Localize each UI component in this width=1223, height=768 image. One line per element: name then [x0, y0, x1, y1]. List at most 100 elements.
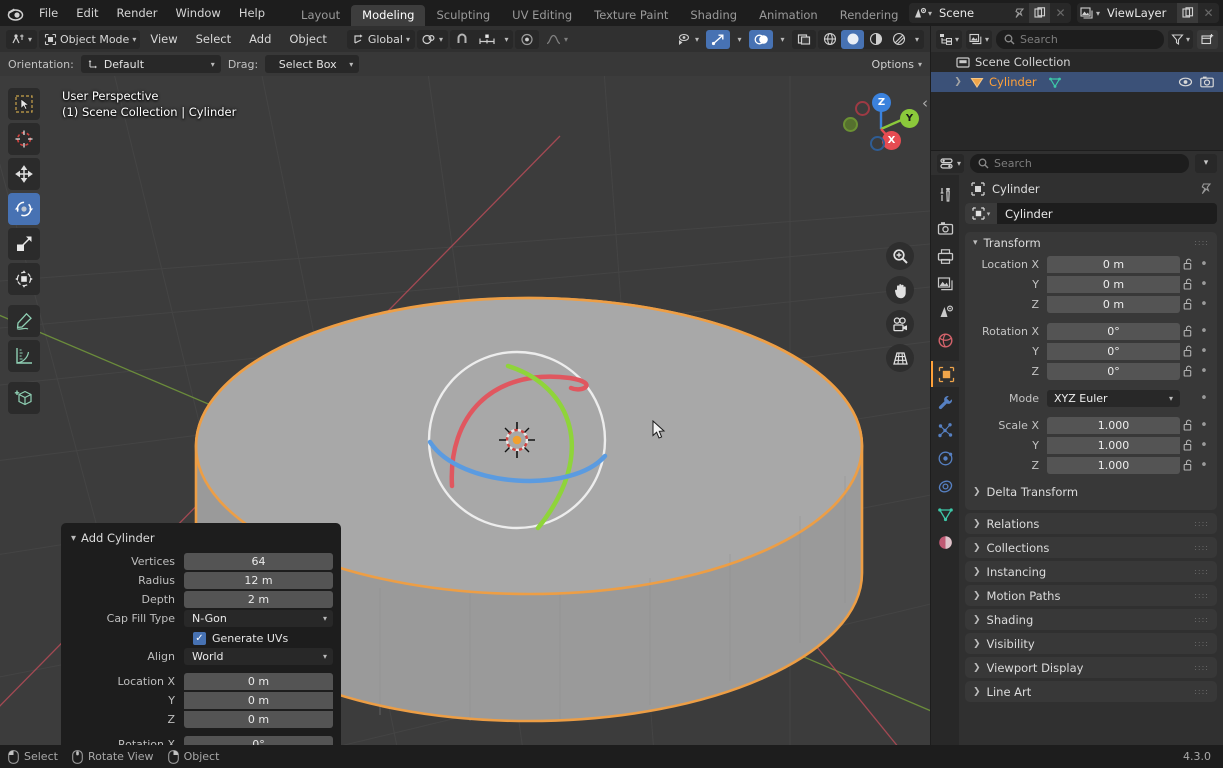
unlocked-padlock-icon[interactable]	[1180, 325, 1197, 337]
gizmo-axis-x[interactable]: X	[882, 131, 901, 150]
field-rotation-x[interactable]: Rotation X 0°	[69, 736, 333, 745]
viewlayer-name[interactable]: ViewLayer	[1103, 6, 1177, 20]
transform-location-y-value[interactable]: 0 m	[1047, 275, 1180, 293]
outliner-display-mode-icon[interactable]: ▾	[936, 29, 963, 49]
field-location-y[interactable]: Y 0 m	[69, 692, 333, 709]
panel-relations[interactable]: ❯ Relations ::::	[965, 513, 1217, 534]
transform-rotation-y[interactable]: Y 0° •	[971, 342, 1211, 360]
properties-options-chevron-icon[interactable]: ▾	[1195, 153, 1217, 173]
tab-sculpting[interactable]: Sculpting	[425, 5, 501, 26]
unlocked-padlock-icon[interactable]	[1180, 419, 1197, 431]
panel-viewport-display[interactable]: ❯ Viewport Display ::::	[965, 657, 1217, 678]
properties-tab-object-data[interactable]	[932, 501, 958, 527]
zoom-magnifier-icon[interactable]	[886, 242, 914, 270]
drag-dropdown[interactable]: Select Box ▾	[265, 55, 360, 73]
select-box-tool[interactable]	[8, 88, 40, 120]
shading-solid-icon[interactable]	[841, 29, 864, 49]
properties-tab-tool[interactable]	[932, 181, 958, 207]
viewport-menu-object[interactable]: Object	[281, 30, 334, 49]
unlocked-padlock-icon[interactable]	[1180, 278, 1197, 290]
transform-rotation-y-value[interactable]: 0°	[1047, 342, 1180, 360]
new-viewlayer-icon[interactable]	[1177, 3, 1198, 23]
animate-dot-icon[interactable]: •	[1197, 324, 1211, 339]
properties-tab-material[interactable]	[932, 529, 958, 555]
options-menu[interactable]: Options ▾	[872, 55, 922, 73]
animate-dot-icon[interactable]: •	[1197, 297, 1211, 312]
gizmo-axis-z[interactable]: Z	[872, 93, 891, 112]
field-location-z-value[interactable]: 0 m	[184, 711, 333, 728]
drag-grip-icon[interactable]: ::::	[1194, 567, 1209, 576]
field-radius[interactable]: Radius 12 m	[69, 572, 333, 589]
viewport-menu-view[interactable]: View	[142, 30, 185, 49]
panel-motion-paths[interactable]: ❯ Motion Paths ::::	[965, 585, 1217, 606]
transform-rotation-x[interactable]: Rotation X 0° •	[971, 322, 1211, 340]
field-location-y-value[interactable]: 0 m	[184, 692, 333, 709]
panel-visibility[interactable]: ❯ Visibility ::::	[965, 633, 1217, 654]
properties-search-input[interactable]: Search	[970, 153, 1189, 173]
transform-scale-x[interactable]: Scale X 1.000 •	[971, 416, 1211, 434]
menu-help[interactable]: Help	[230, 3, 274, 23]
measure-tool[interactable]	[8, 340, 40, 372]
panel-line-art[interactable]: ❯ Line Art ::::	[965, 681, 1217, 702]
unlocked-padlock-icon[interactable]	[1180, 298, 1197, 310]
field-rotation-x-value[interactable]: 0°	[184, 736, 333, 745]
transform-rotation-mode[interactable]: Mode XYZ Euler ▾ •	[971, 389, 1211, 407]
menu-window[interactable]: Window	[166, 3, 229, 23]
proportional-edit-icon[interactable]	[515, 30, 539, 49]
animate-dot-icon[interactable]: •	[1197, 277, 1211, 292]
camera-icon[interactable]	[886, 310, 914, 338]
drag-grip-icon[interactable]: ::::	[1194, 543, 1209, 552]
viewport-menu-select[interactable]: Select	[188, 30, 239, 49]
transform-scale-z-value[interactable]: 1.000	[1047, 456, 1180, 474]
viewport-menu-add[interactable]: Add	[241, 30, 279, 49]
field-cap-fill-type-dropdown[interactable]: N-Gon ▾	[184, 610, 333, 627]
tab-rendering[interactable]: Rendering	[829, 5, 910, 26]
rotate-tool[interactable]	[8, 193, 40, 225]
outliner-search-input[interactable]: Search	[996, 29, 1164, 49]
object-square-icon[interactable]: ▾	[965, 203, 997, 224]
animate-dot-icon[interactable]: •	[1197, 364, 1211, 379]
eye-visible-icon[interactable]	[1178, 76, 1193, 88]
panel-motion-paths-header[interactable]: ❯ Motion Paths ::::	[965, 585, 1217, 606]
tab-uv-editing[interactable]: UV Editing	[501, 5, 583, 26]
new-scene-icon[interactable]	[1029, 3, 1050, 23]
chevron-right-icon[interactable]: ❯	[951, 77, 965, 87]
delta-transform-subpanel[interactable]: ❯ Delta Transform	[971, 481, 1211, 502]
properties-tab-physics[interactable]	[932, 445, 958, 471]
tab-texture-paint[interactable]: Texture Paint	[583, 5, 679, 26]
shading-material-preview-icon[interactable]	[864, 30, 887, 49]
xray-toggle-icon[interactable]	[792, 29, 816, 49]
gizmo-axis-neg-x[interactable]	[843, 117, 858, 132]
outliner-editor[interactable]: ▾ ▾ Search ▾ Scene Collection ❯ Cylinder	[931, 26, 1223, 150]
properties-editor[interactable]: ▾ Search ▾ Cylinder ▾ Cylinder ▾ Transfo…	[931, 151, 1223, 745]
snap-magnet-icon[interactable]	[450, 30, 474, 49]
object-name-value[interactable]: Cylinder	[997, 207, 1053, 221]
generate-uvs-checkbox[interactable]: ✓ Generate UVs	[193, 629, 333, 648]
transform-rotation-x-value[interactable]: 0°	[1047, 322, 1180, 340]
gizmo-axis-neg-z[interactable]	[870, 136, 885, 151]
shading-wireframe-icon[interactable]	[818, 30, 841, 49]
transform-orientation-selector[interactable]: Global ▾	[346, 29, 415, 49]
orientation-dropdown[interactable]: Default ▾	[80, 55, 221, 73]
gizmo-icon[interactable]	[706, 29, 730, 49]
transform-location-z[interactable]: Z 0 m •	[971, 295, 1211, 313]
properties-tab-object[interactable]	[931, 361, 959, 387]
navigation-gizmo[interactable]: Z Y X	[842, 90, 920, 168]
gizmo-axis-neg-y[interactable]	[855, 101, 870, 116]
properties-tab-constraints[interactable]	[932, 473, 958, 499]
field-align[interactable]: Align World ▾	[69, 648, 333, 665]
filter-funnel-icon[interactable]: ▾	[1167, 29, 1193, 49]
unlocked-padlock-icon[interactable]	[1180, 345, 1197, 357]
scene-browse-icon[interactable]: ▾	[909, 3, 935, 23]
transform-tool[interactable]	[8, 263, 40, 295]
pin-icon[interactable]	[1009, 7, 1029, 20]
overlays-dropdown-icon[interactable]: ▾	[775, 30, 790, 49]
unlocked-padlock-icon[interactable]	[1180, 258, 1197, 270]
field-depth[interactable]: Depth 2 m	[69, 591, 333, 608]
transform-rotation-z[interactable]: Z 0° •	[971, 362, 1211, 380]
field-location-x-value[interactable]: 0 m	[184, 673, 333, 690]
transform-location-z-value[interactable]: 0 m	[1047, 295, 1180, 313]
properties-tab-scene[interactable]	[932, 299, 958, 325]
transform-scale-z[interactable]: Z 1.000 •	[971, 456, 1211, 474]
unlocked-padlock-icon[interactable]	[1180, 439, 1197, 451]
